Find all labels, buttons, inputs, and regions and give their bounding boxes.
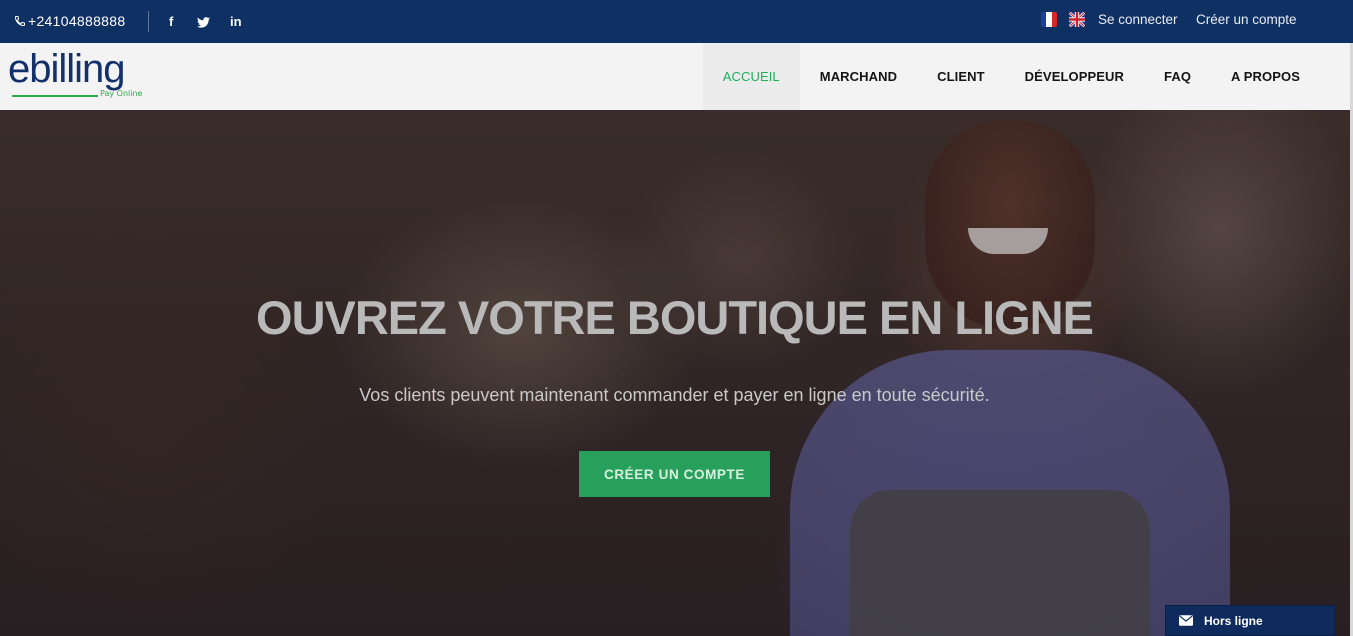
envelope-icon: [1179, 615, 1193, 626]
english-flag-icon[interactable]: [1069, 12, 1085, 27]
chat-status: Hors ligne: [1204, 613, 1263, 628]
hero-banner: OUVREZ VOTRE BOUTIQUE EN LIGNE Vos clien…: [0, 110, 1353, 636]
linkedin-icon[interactable]: in: [230, 14, 242, 29]
nav-item-faq[interactable]: FAQ: [1144, 43, 1211, 110]
nav-item-developpeur[interactable]: DÉVELOPPEUR: [1005, 43, 1144, 110]
nav-item-a-propos[interactable]: A PROPOS: [1211, 43, 1320, 110]
logo-underline: [12, 95, 98, 97]
divider: [148, 11, 149, 32]
hero-subtitle: Vos clients peuvent maintenant commander…: [359, 385, 990, 405]
ebilling-logo[interactable]: ebilling Pay Online: [8, 47, 168, 100]
main-navbar: ebilling Pay Online ACCUEIL MARCHAND CLI…: [0, 43, 1353, 110]
register-link[interactable]: Créer un compte: [1196, 12, 1297, 27]
phone-link[interactable]: +24104888888: [14, 13, 125, 29]
twitter-icon[interactable]: [197, 16, 210, 31]
phone-number: +24104888888: [28, 13, 126, 29]
nav-item-accueil[interactable]: ACCUEIL: [702, 43, 800, 110]
login-link[interactable]: Se connecter: [1098, 12, 1178, 27]
nav-item-marchand[interactable]: MARCHAND: [800, 43, 917, 110]
main-menu: ACCUEIL MARCHAND CLIENT DÉVELOPPEUR FAQ …: [702, 43, 1320, 110]
hero-title: OUVREZ VOTRE BOUTIQUE EN LIGNE: [256, 291, 1094, 344]
top-bar: +24104888888 f in Se connecter Créer un …: [0, 0, 1353, 43]
facebook-icon[interactable]: f: [169, 14, 173, 29]
create-account-button[interactable]: CRÉER UN COMPTE: [579, 451, 770, 497]
logo-tagline: Pay Online: [100, 89, 143, 98]
chat-widget[interactable]: Hors ligne: [1165, 605, 1335, 636]
phone-icon: [14, 16, 25, 27]
nav-item-client[interactable]: CLIENT: [917, 43, 1005, 110]
hero-overlay: [0, 110, 1353, 636]
logo-wordmark: ebilling: [8, 47, 126, 91]
french-flag-icon[interactable]: [1041, 12, 1057, 27]
